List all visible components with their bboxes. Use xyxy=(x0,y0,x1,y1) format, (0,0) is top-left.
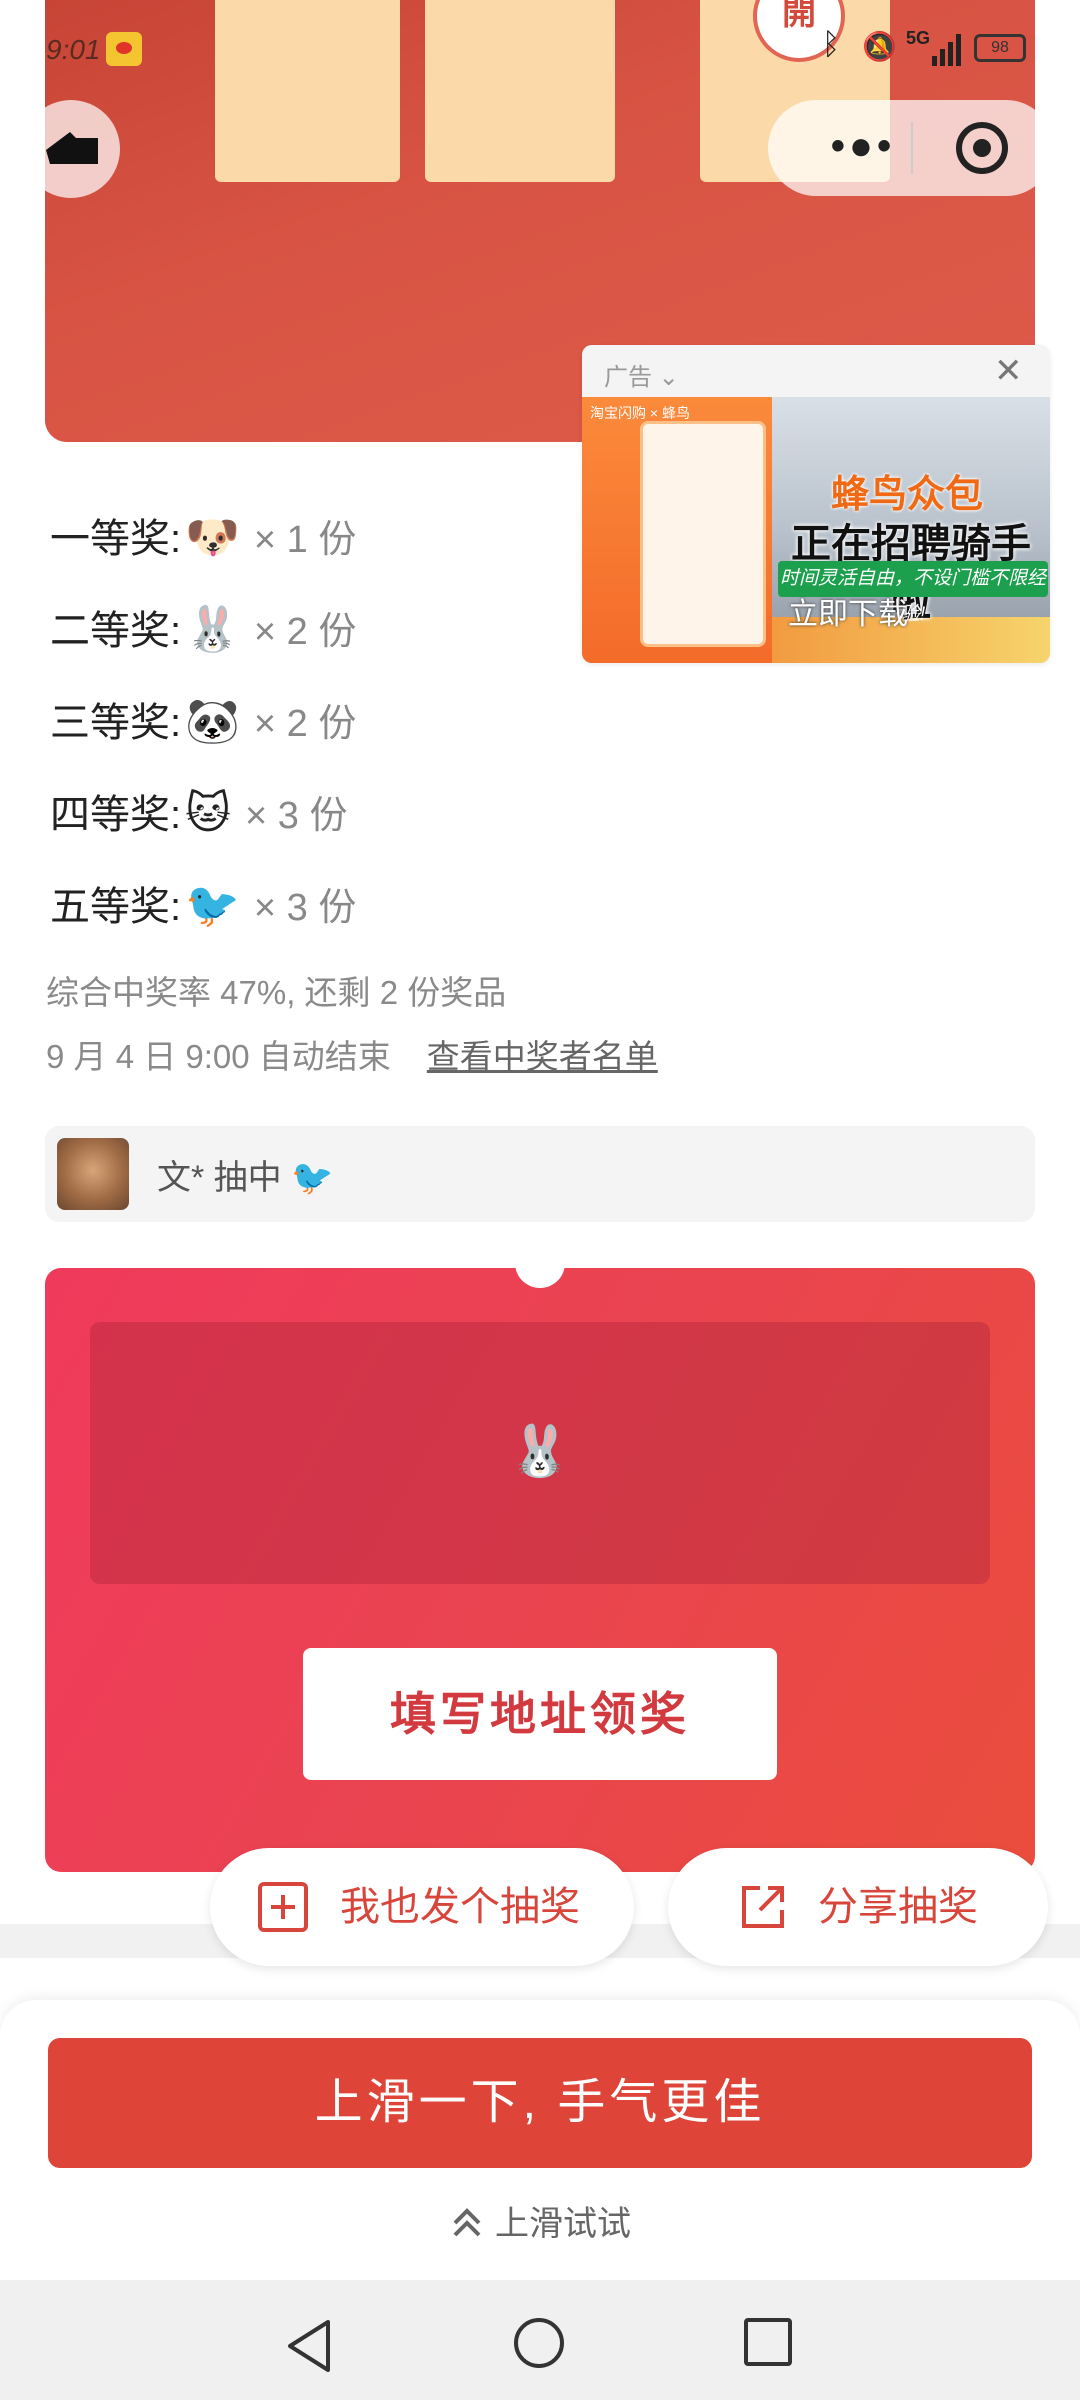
weibo-icon xyxy=(106,32,142,66)
nav-recents-icon[interactable] xyxy=(744,2318,792,2366)
win-rate-text: 综合中奖率 47%, 还剩 2 份奖品 xyxy=(46,974,507,1011)
end-time-text: 9 月 4 日 9:00 自动结束 xyxy=(46,1038,391,1075)
view-winners-link[interactable]: 查看中奖者名单 xyxy=(427,1038,658,1075)
battery-level: 98 xyxy=(991,39,1009,56)
panel-notch xyxy=(515,1238,565,1288)
status-time: 9:01 xyxy=(46,34,101,65)
add-icon xyxy=(258,1882,308,1932)
advertisement[interactable]: 广告 ⌄ ✕ 淘宝闪购 × 蜂鸟 蜂鸟众包 正在招聘骑手啦 时间灵活自由，不设门… xyxy=(582,345,1050,663)
back-button[interactable] xyxy=(22,100,120,198)
ad-label[interactable]: 广告 ⌄ xyxy=(604,357,679,392)
status-bar: 9:01 ᛒ 🔕 5G 98 xyxy=(0,0,1080,90)
nav-back-icon[interactable] xyxy=(284,2318,334,2374)
end-time-row: 9 月 4 日 9:00 自动结束 查看中奖者名单 xyxy=(46,1030,658,1078)
miniprogram-capsule: •●• xyxy=(768,100,1054,196)
prize-count: × 1 份 xyxy=(253,519,357,561)
battery-icon: 98 xyxy=(974,34,1026,62)
prize-count: × 2 份 xyxy=(253,703,357,745)
share-lottery-button[interactable]: 分享抽奖 xyxy=(668,1848,1048,1966)
panda-icon: 🐼 xyxy=(185,697,240,746)
winner-text: 文* 抽中 🐦 xyxy=(157,1159,334,1197)
ad-brand: 淘宝闪购 × 蜂鸟 xyxy=(590,405,690,421)
winner-row: 文* 抽中 🐦 xyxy=(45,1126,1035,1222)
swipe-hint-label: 上滑试试 xyxy=(495,2205,631,2243)
ad-header: 广告 ⌄ ✕ xyxy=(582,345,1050,397)
prize-row: 五等奖:🐦 × 3 份 xyxy=(50,876,356,936)
rabbit-icon: 🐰 xyxy=(508,1423,572,1479)
double-chevron-up-icon xyxy=(453,2208,481,2237)
share-lottery-label: 分享抽奖 xyxy=(818,1885,978,1929)
dog-icon: 🐶 xyxy=(185,513,240,562)
prize-count: × 3 份 xyxy=(253,887,357,929)
avatar xyxy=(57,1138,129,1210)
signal-icon xyxy=(932,32,962,66)
ad-headline-orange: 蜂鸟众包 xyxy=(830,474,983,516)
close-miniprogram-button[interactable] xyxy=(956,122,1008,174)
prize-label: 三等奖: xyxy=(50,701,182,745)
prize-count: × 2 份 xyxy=(253,611,357,653)
rabbit-icon: 🐰 xyxy=(185,605,240,654)
claim-prize-button[interactable]: 填写地址领奖 xyxy=(303,1648,777,1780)
network-type: 5G xyxy=(906,28,931,48)
prize-row: 三等奖:🐼 × 2 份 xyxy=(50,692,356,752)
bird-icon: 🐦 xyxy=(185,881,240,930)
capsule-divider xyxy=(911,122,913,174)
prize-count: × 3 份 xyxy=(245,795,348,837)
create-lottery-button[interactable]: 我也发个抽奖 xyxy=(210,1848,634,1966)
nav-home-icon[interactable] xyxy=(514,2318,564,2368)
ad-close-button[interactable]: ✕ xyxy=(994,351,1023,391)
more-icon: •●• xyxy=(830,124,896,168)
prize-label: 五等奖: xyxy=(50,885,182,929)
prize-row: 一等奖:🐶 × 1 份 xyxy=(50,508,356,568)
prize-row: 四等奖:🐱 × 3 份 xyxy=(50,784,347,844)
cat-icon: 🐱 xyxy=(185,789,231,838)
bottom-sheet: 上滑一下, 手气更佳 上滑试试 xyxy=(0,2000,1080,2280)
prize-label: 四等奖: xyxy=(50,793,182,837)
bluetooth-icon: ᛒ xyxy=(822,28,840,61)
ad-download-cta[interactable]: 立即下载 xyxy=(748,589,948,633)
create-lottery-label: 我也发个抽奖 xyxy=(340,1885,580,1929)
share-icon xyxy=(738,1882,788,1932)
mute-icon: 🔕 xyxy=(862,31,897,62)
prize-row: 二等奖:🐰 × 2 份 xyxy=(50,600,356,660)
won-prize-box: 🐰 xyxy=(90,1322,990,1584)
prize-label: 一等奖: xyxy=(50,517,182,561)
more-options-button[interactable]: •●• xyxy=(808,120,918,176)
prize-label: 二等奖: xyxy=(50,609,182,653)
navigation-bar xyxy=(0,2280,1080,2400)
swipe-hint[interactable]: 上滑试试 xyxy=(0,2196,1080,2245)
back-icon xyxy=(46,132,98,164)
swipe-up-button[interactable]: 上滑一下, 手气更佳 xyxy=(48,2038,1032,2168)
result-panel: 🐰 填写地址领奖 xyxy=(45,1238,1035,1872)
